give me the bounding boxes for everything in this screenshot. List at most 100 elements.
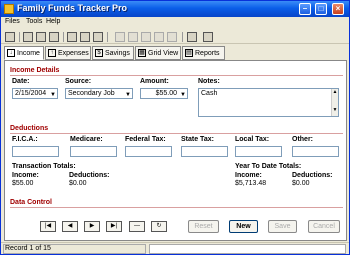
next-record-button[interactable]: ▶: [84, 221, 100, 232]
tab-label: Income: [17, 49, 40, 57]
close-button[interactable]: ×: [332, 3, 344, 15]
menu-help[interactable]: Help: [46, 18, 60, 25]
federal-tax-input[interactable]: [125, 146, 172, 157]
delete-record-button[interactable]: —: [129, 221, 145, 232]
last-record-button[interactable]: ▶|: [106, 221, 122, 232]
dollar-icon: $: [95, 49, 103, 57]
state-tax-input[interactable]: [181, 146, 228, 157]
transaction-deductions-value: $0.00: [69, 180, 87, 187]
tab-reports[interactable]: ▤ Reports: [182, 46, 225, 60]
amount-field[interactable]: $55.00 ▼: [140, 88, 188, 99]
source-label: Source:: [65, 78, 92, 85]
menu-bar: Files Tools Help: [1, 17, 349, 29]
transaction-income-value: $55.00: [12, 180, 34, 187]
fica-input[interactable]: [12, 146, 59, 157]
tab-grid-view[interactable]: ▦ Grid View: [135, 46, 181, 60]
amount-label: Amount:: [140, 78, 169, 85]
save-button[interactable]: Save: [268, 220, 297, 233]
title-bar[interactable]: Family Funds Tracker Pro – □ ×: [1, 1, 349, 17]
record-status: Record 1 of 15: [3, 244, 146, 254]
source-select[interactable]: Secondary Job ▼: [65, 88, 133, 99]
data-control-title: Data Control: [10, 199, 52, 206]
transaction-income-label: Income:: [12, 172, 39, 179]
first-page-icon[interactable]: [67, 32, 77, 42]
section-divider: [10, 75, 343, 76]
income-details-title: Income Details: [10, 67, 60, 74]
section-divider: [10, 207, 343, 208]
toolbar-separator: [107, 32, 108, 42]
transaction-deductions-label: Deductions:: [69, 172, 110, 179]
medicare-label: Medicare:: [70, 136, 103, 143]
find-icon[interactable]: [167, 32, 177, 42]
status-pane: [149, 244, 346, 254]
notes-field[interactable]: Cash ▲ ▼: [198, 88, 339, 117]
ytd-deductions-value: $0.00: [292, 180, 310, 187]
tab-expenses[interactable]: ↑ Expenses: [45, 46, 91, 60]
menu-tools[interactable]: Tools: [26, 18, 42, 25]
maximize-button[interactable]: □: [315, 3, 327, 15]
local-tax-input[interactable]: [235, 146, 282, 157]
other-label: Other:: [292, 136, 313, 143]
amount-value: $55.00: [155, 90, 177, 97]
expense-arrow-icon: ↑: [48, 49, 56, 57]
copy-icon[interactable]: [36, 32, 46, 42]
notes-label: Notes:: [198, 78, 220, 85]
first-record-button[interactable]: |◀: [40, 221, 56, 232]
chevron-down-icon[interactable]: ▼: [125, 91, 131, 100]
other-input[interactable]: [292, 146, 339, 157]
toolbar-separator: [63, 32, 64, 42]
new-button[interactable]: New: [229, 220, 258, 233]
report-icon[interactable]: [93, 32, 103, 42]
income-arrow-icon: ↓: [7, 49, 15, 57]
app-window: Family Funds Tracker Pro – □ × Files Too…: [0, 0, 350, 255]
chevron-down-icon[interactable]: ▼: [50, 91, 56, 100]
state-tax-label: State Tax:: [181, 136, 214, 143]
tab-label: Reports: [195, 49, 220, 57]
paste-icon[interactable]: [49, 32, 59, 42]
fica-label: F.I.C.A.:: [12, 136, 38, 143]
minimize-button[interactable]: –: [299, 3, 311, 15]
grid-icon[interactable]: [80, 32, 90, 42]
status-bar: Record 1 of 15: [1, 242, 349, 254]
sort-asc-icon[interactable]: [141, 32, 151, 42]
tab-income[interactable]: ↓ Income: [4, 46, 44, 60]
previous-record-button[interactable]: ◀: [62, 221, 78, 232]
filter-icon[interactable]: [115, 32, 125, 42]
cancel-button[interactable]: Cancel: [308, 220, 340, 233]
ytd-income-label: Income:: [235, 172, 262, 179]
menu-files[interactable]: Files: [5, 18, 20, 25]
tab-label: Expenses: [58, 49, 89, 57]
toolbar-separator: [182, 32, 183, 42]
transaction-totals-title: Transaction Totals:: [12, 163, 76, 170]
date-picker[interactable]: 2/15/2004 ▼: [12, 88, 58, 99]
tab-savings[interactable]: $ Savings: [92, 46, 134, 60]
ytd-income-value: $5,713.48: [235, 180, 267, 187]
deductions-title: Deductions: [10, 125, 49, 132]
tab-label: Savings: [105, 49, 130, 57]
toolbar-separator: [19, 32, 20, 42]
refresh-button[interactable]: ↻: [151, 221, 167, 232]
federal-tax-label: Federal Tax:: [125, 136, 166, 143]
calculator-icon[interactable]: [187, 32, 197, 42]
report-icon: ▤: [185, 49, 193, 57]
grid-icon: ▦: [138, 49, 146, 57]
tab-bar: ↓ Income ↑ Expenses $ Savings ▦ Grid Vie…: [1, 45, 349, 61]
section-divider: [10, 133, 343, 134]
save-file-icon[interactable]: [5, 32, 15, 42]
help-icon[interactable]: [203, 32, 213, 42]
sort-desc-icon[interactable]: [154, 32, 164, 42]
medicare-input[interactable]: [70, 146, 117, 157]
notes-scrollbar[interactable]: ▲ ▼: [331, 89, 338, 116]
ytd-deductions-label: Deductions:: [292, 172, 333, 179]
income-panel: Income Details Date: 2/15/2004 ▼ Source:…: [4, 60, 347, 241]
chevron-down-icon[interactable]: ▼: [180, 91, 186, 100]
date-label: Date:: [12, 78, 30, 85]
reset-button[interactable]: Reset: [188, 220, 219, 233]
tab-label: Grid View: [148, 49, 179, 57]
local-tax-label: Local Tax:: [235, 136, 270, 143]
open-file-icon[interactable]: [23, 32, 33, 42]
sort-icon[interactable]: [128, 32, 138, 42]
date-value: 2/15/2004: [15, 90, 47, 97]
toolbar: [1, 30, 349, 44]
window-title: Family Funds Tracker Pro: [17, 3, 128, 13]
